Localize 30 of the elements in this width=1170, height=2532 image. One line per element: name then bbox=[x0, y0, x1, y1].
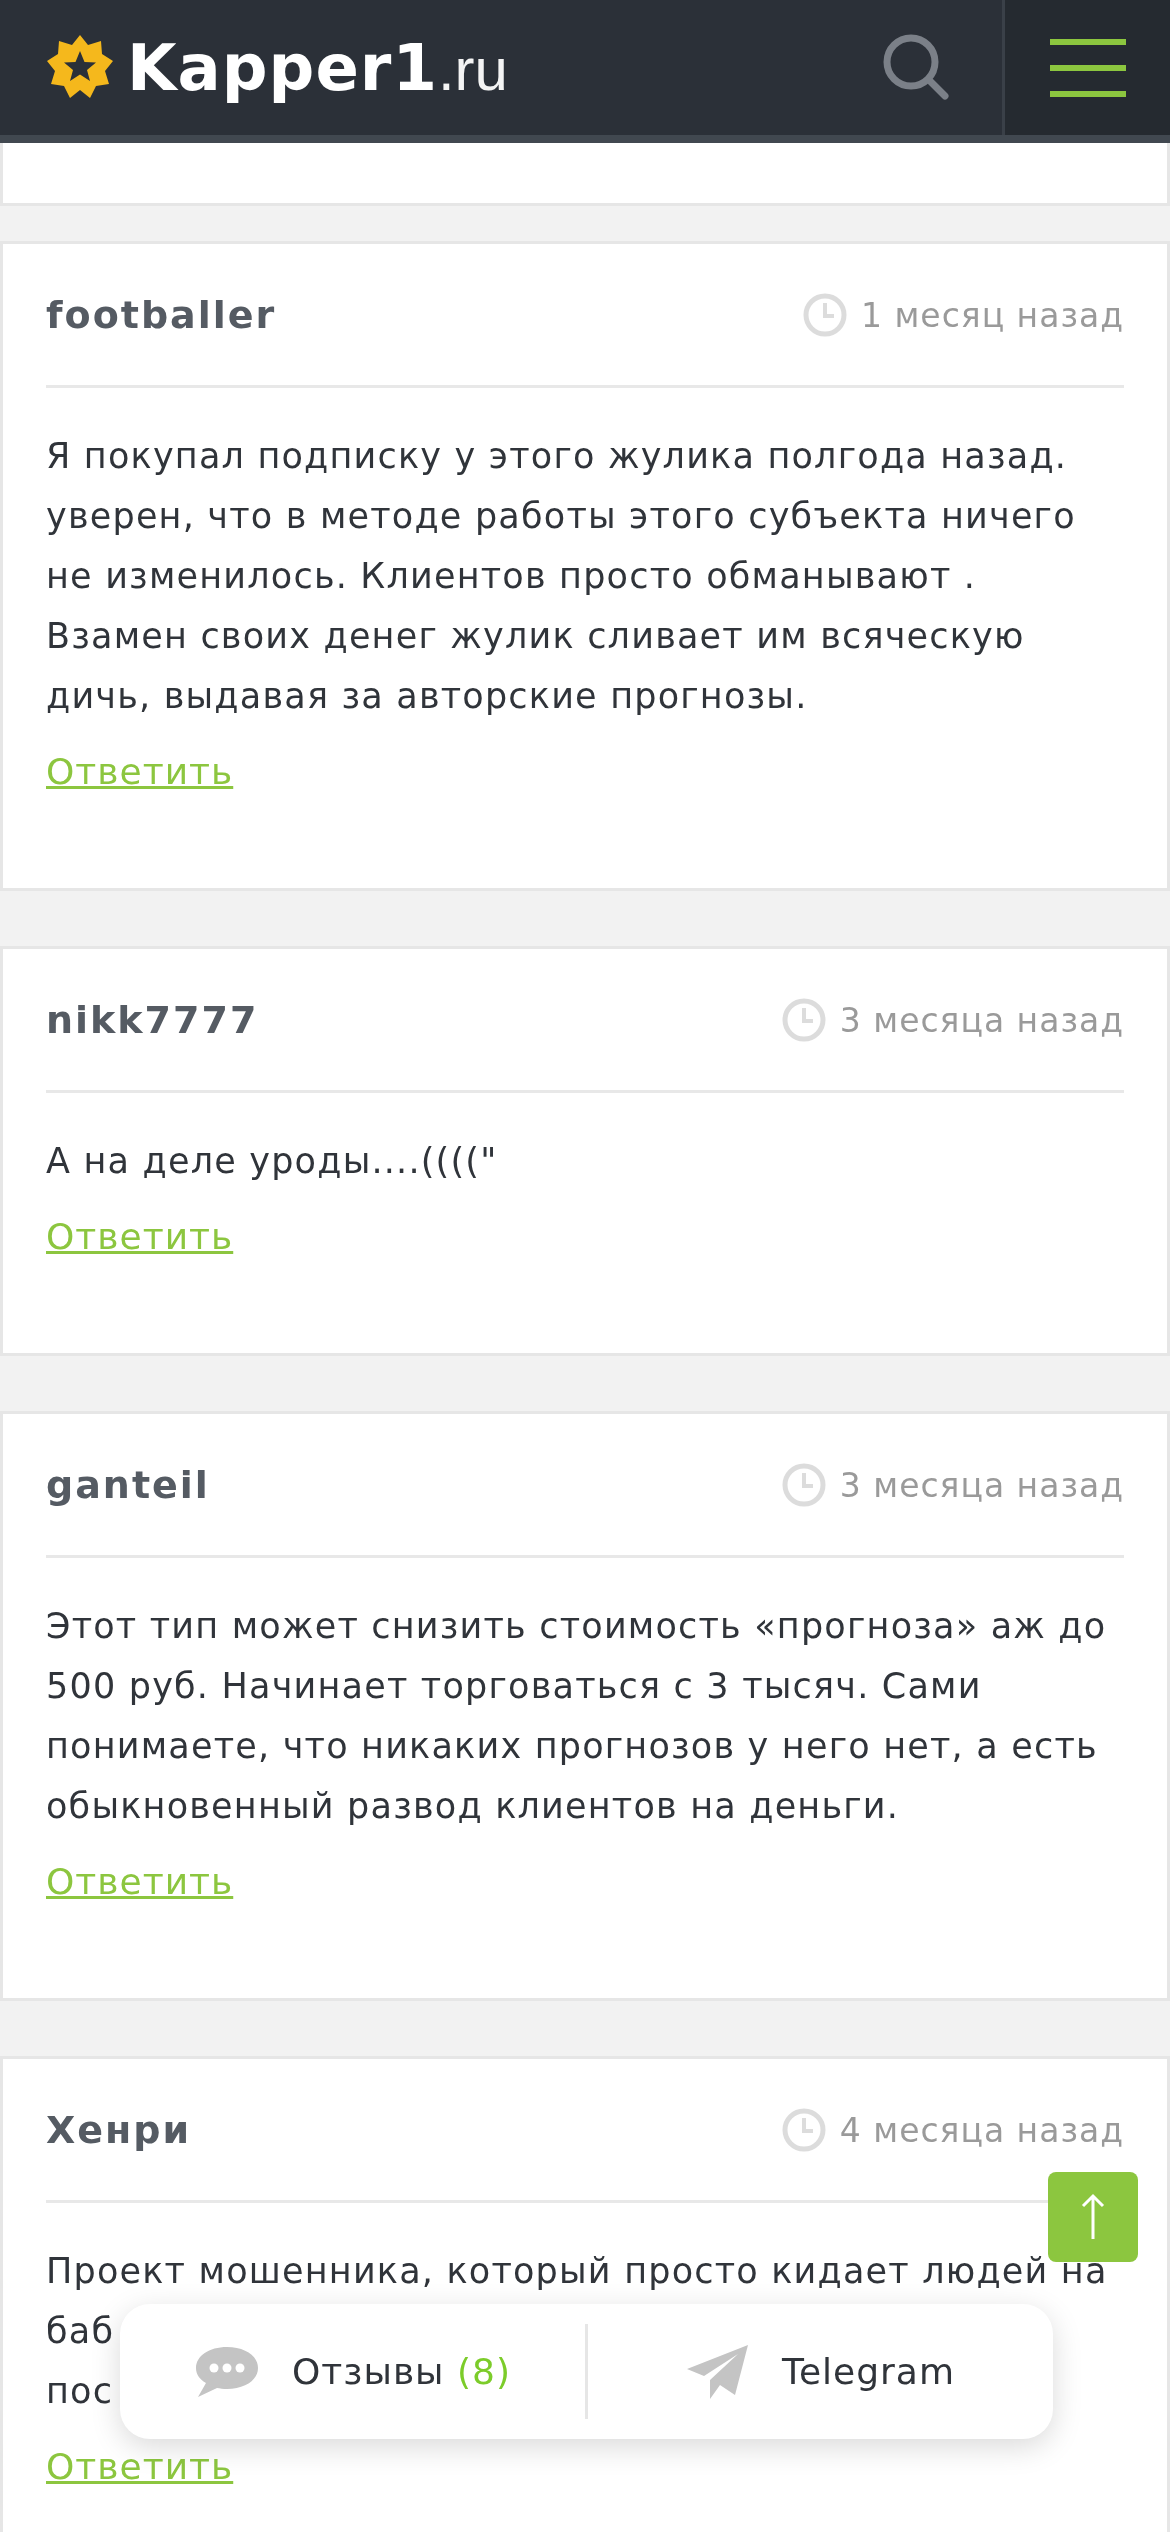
reply-link[interactable]: Ответить bbox=[46, 1858, 234, 1906]
comment-time: 3 месяца назад bbox=[839, 1465, 1124, 1505]
comment-author: nikk7777 bbox=[46, 998, 259, 1042]
comment-time: 3 месяца назад bbox=[839, 1000, 1124, 1040]
clock-icon bbox=[781, 2108, 826, 2152]
telegram-button[interactable]: Telegram bbox=[588, 2304, 1053, 2439]
comment-time: 4 месяца назад bbox=[839, 2110, 1124, 2150]
comment-text: Проект мошенника, который просто кидает людей на bbox=[46, 2250, 1108, 2293]
speech-bubble-icon bbox=[194, 2344, 260, 2399]
comment-author: footballer bbox=[46, 293, 277, 337]
comment-text: А на деле уроды....((((" bbox=[46, 1140, 499, 1183]
paper-plane-icon bbox=[686, 2343, 750, 2400]
arrow-up-icon bbox=[1081, 2193, 1105, 2241]
reviews-button[interactable]: Отзывы (8) bbox=[120, 2304, 585, 2439]
reply-link[interactable]: Ответить bbox=[46, 2443, 234, 2491]
comment-text: Этот тип может снизить стоимость «прогноза» аж до 500 руб. Начинает торговаться с 3 тысяч. Сами понимаете, что никаких прогнозов у него нет, а есть обыкновенный развод клиентов на деньги. bbox=[46, 1605, 1108, 1828]
clock-icon bbox=[781, 1463, 826, 1507]
comment-time: 1 месяц назад bbox=[861, 295, 1124, 335]
scroll-top-button[interactable] bbox=[1048, 2172, 1138, 2262]
comment-author: Хенри bbox=[46, 2108, 192, 2152]
clock-icon bbox=[803, 293, 847, 337]
comment-author: ganteil bbox=[46, 1463, 210, 1507]
clock-icon bbox=[781, 998, 826, 1042]
comment-text: Я покупал подписку у этого жулика полгода назад. уверен, что в методе работы этого субъекта ничего не изменилось. Клиентов просто обманывают . Взамен своих денег жулик сливает им всяческую дичь, выдавая за авторские прогнозы. bbox=[46, 435, 1077, 718]
comment-text: баб bbox=[46, 2310, 115, 2353]
menu-icon[interactable] bbox=[1049, 37, 1126, 98]
comment-text: пос bbox=[46, 2370, 114, 2413]
reply-link[interactable]: Ответить bbox=[46, 748, 234, 796]
site-logo[interactable]: Kapper1.ru bbox=[127, 30, 508, 105]
reply-link[interactable]: Ответить bbox=[46, 1213, 234, 1261]
